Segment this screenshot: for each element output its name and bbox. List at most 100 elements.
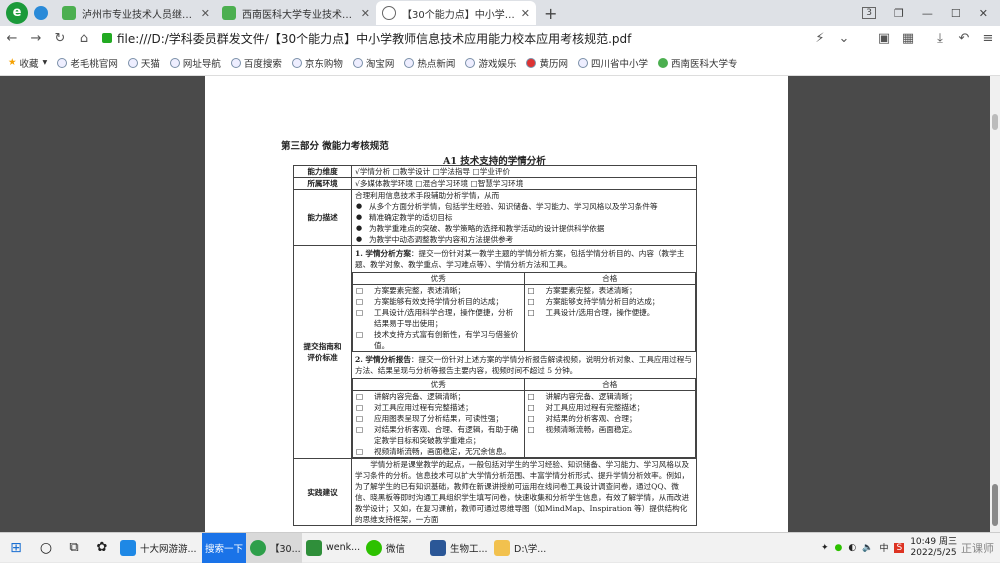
folder-icon [494, 539, 510, 556]
address-bar[interactable]: file:///D:/学科委员群发文件/【30个能力点】中小学教师信息技术应用能… [96, 27, 808, 49]
chevron-down-icon: ▾ [42, 57, 48, 68]
download-icon[interactable]: ⤓ [928, 31, 952, 46]
bookmark-item[interactable]: 四川省中小学 [577, 56, 648, 70]
bookmark-item[interactable]: 老毛桃官网 [57, 56, 118, 70]
chevron-down-icon[interactable]: ⌄ [832, 31, 856, 46]
list-item: 为教学重难点的突破、教学策略的选择和教学活动的设计提供科学依据 [355, 223, 693, 234]
watermark: 正课师 [961, 541, 994, 555]
cell-label: 能力描述 [293, 189, 352, 246]
wechat-tray-icon[interactable]: ● [835, 543, 843, 553]
bookmark-item[interactable]: 网址导航 [169, 56, 221, 70]
pdf-page: 第三部分 微能力考核规范 A1 技术支持的学情分析 能力维度 √学情分析 □教学… [205, 76, 788, 532]
tab-bar: e 泸州市专业技术人员继续教育✕ 西南医科大学专业技术人员✕ 【30个能力点】中… [0, 0, 1000, 26]
bookmark-item[interactable]: 百度搜索 [230, 56, 282, 70]
system-tray: ✦ ● ◐ 🔈 中 S 10:49 周三 2022/5/25 正课师 [821, 537, 1000, 559]
bookmark-item[interactable]: 游戏娱乐 [465, 56, 516, 70]
bookmark-item[interactable]: 西南医科大学专 [657, 56, 738, 70]
maximize-icon[interactable]: ☐ [951, 7, 961, 20]
telegram-icon[interactable] [34, 6, 48, 20]
grid-icon[interactable]: ▦ [896, 31, 920, 46]
close-icon[interactable]: ✕ [201, 7, 210, 20]
list-item: 为教学中动态调整教学内容和方法提供参考 [355, 234, 693, 245]
word-icon [430, 539, 446, 556]
menu-icon[interactable]: ≡ [976, 31, 1000, 46]
browser-logo-icon[interactable]: e [6, 2, 28, 24]
home-icon[interactable]: ⌂ [72, 31, 96, 46]
bookmark-item[interactable]: 京东购物 [291, 56, 343, 70]
taskbar-app-browser[interactable]: 【30... [246, 532, 302, 563]
clock[interactable]: 10:49 周三 2022/5/25 [910, 537, 957, 559]
list-item: 视频清晰流畅，画面稳定，无冗余信息。 [356, 446, 521, 457]
browser-icon [250, 539, 266, 556]
new-tab-button[interactable]: + [544, 4, 557, 23]
ime-indicator[interactable]: 中 [879, 541, 888, 554]
nav-bar: ← → ↻ ⌂ file:///D:/学科委员群发文件/【30个能力点】中小学教… [0, 26, 1000, 50]
list-item: 应用图表呈现了分析结果，可读性强； [356, 413, 521, 424]
tab-1[interactable]: 西南医科大学专业技术人员 ✕ [216, 1, 376, 25]
globe-icon [465, 57, 476, 68]
cell-value: √多媒体教学环境 □混合学习环境 □智慧学习环境 [351, 177, 697, 190]
wechat-icon [366, 539, 382, 556]
taskbar-search-button[interactable]: 搜索一下 [202, 532, 246, 563]
bookmarks-bar: ★ 收藏 ▾ 老毛桃官网 天猫 网址导航 百度搜索 京东购物 淘宝网 热点新闻 游戏… [0, 50, 1000, 76]
forward-icon[interactable]: → [24, 31, 48, 46]
cell-label: 能力维度 [293, 165, 352, 178]
taskbar-app-wechat[interactable]: 微信 [362, 533, 426, 563]
reload-icon[interactable]: ↻ [48, 31, 72, 46]
tab-active[interactable]: 【30个能力点】中小学教师信✕ [376, 1, 536, 25]
antivirus-icon[interactable]: S [894, 542, 905, 553]
restore-icon[interactable]: ❐ [894, 7, 904, 20]
bookmark-item[interactable]: 天猫 [127, 56, 160, 70]
close-icon[interactable]: ✕ [361, 7, 370, 20]
taskbar-app-wenku[interactable]: wenk... [302, 533, 362, 563]
close-window-icon[interactable]: ✕ [979, 7, 988, 20]
list-item: 方案能够支持学情分析目的达成； [528, 296, 693, 307]
lightning-icon[interactable]: ⚡ [808, 31, 832, 46]
settings-icon[interactable]: ✿ [88, 533, 116, 563]
pdf-viewer: 第三部分 微能力考核规范 A1 技术支持的学情分析 能力维度 √学情分析 □教学… [0, 76, 1000, 532]
search-icon[interactable]: ○ [32, 533, 60, 563]
ie-icon [120, 539, 136, 556]
practice-text: 学情分析是课堂教学的起点，一般包括对学生的学习经验、知识储备、学习能力、学习风格… [351, 458, 697, 526]
list-item: 讲解内容完备、逻辑清晰； [528, 391, 693, 402]
tab-0[interactable]: 泸州市专业技术人员继续教育✕ [56, 1, 216, 25]
bookmark-item[interactable]: 热点新闻 [404, 56, 455, 70]
globe-icon [169, 57, 180, 68]
start-button[interactable]: ⊞ [0, 533, 32, 563]
cell-value: √学情分析 □教学设计 □学法指导 □学业评价 [351, 165, 697, 178]
tray-icon[interactable]: ◐ [848, 543, 856, 553]
speaker-icon[interactable]: 🔈 [862, 543, 873, 553]
tray-icon[interactable]: ✦ [821, 543, 829, 553]
list-item: 对工具应用过程有完整描述； [356, 402, 521, 413]
leaf-icon [62, 6, 76, 20]
bookmark-favorites[interactable]: ★ 收藏 ▾ [8, 56, 47, 70]
list-item: 工具设计/选用合理，操作便捷。 [528, 307, 693, 318]
cell-label: 提交指南和评价标准 [293, 245, 352, 459]
tab-count-badge[interactable]: 3 [862, 7, 877, 19]
list-item: 方案要素完整，表述清晰； [528, 285, 693, 296]
list-item: 技术支持方式富有创新性，有学习与借鉴价值。 [356, 329, 521, 351]
sidebar-icon[interactable]: ▣ [872, 31, 896, 46]
scrollbar[interactable] [990, 76, 1000, 532]
leaf-icon [222, 6, 236, 20]
taskbar-app-ie[interactable]: 十大网游游... [116, 533, 202, 563]
list-item: 方案要素完整，表述清晰； [356, 285, 521, 296]
taskbar-app-word[interactable]: 生物工... [426, 533, 490, 563]
bookmark-item[interactable]: 黄历网 [526, 56, 568, 70]
paw-icon [230, 57, 241, 68]
star-icon: ★ [8, 57, 17, 68]
cell-label: 所属环境 [293, 177, 352, 190]
close-icon[interactable]: ✕ [521, 7, 530, 20]
list-item: 从多个方面分析学情，包括学生经验、知识储备、学习能力、学习风格以及学习条件等 [355, 201, 693, 212]
scroll-thumb[interactable] [992, 114, 998, 130]
taskbar-app-explorer[interactable]: D:\学... [490, 533, 546, 563]
minimize-icon[interactable]: — [922, 7, 933, 20]
list-item: 方案能够有效支持学情分析目的达成； [356, 296, 521, 307]
undo-icon[interactable]: ↶ [952, 31, 976, 46]
task-view-icon[interactable]: ⧉ [60, 533, 88, 563]
bookmark-item[interactable]: 淘宝网 [352, 56, 394, 70]
back-icon[interactable]: ← [0, 31, 24, 46]
globe-icon [291, 57, 302, 68]
list-item: 对工具应用过程有完整描述； [528, 402, 693, 413]
scroll-position-thumb[interactable] [992, 484, 998, 526]
